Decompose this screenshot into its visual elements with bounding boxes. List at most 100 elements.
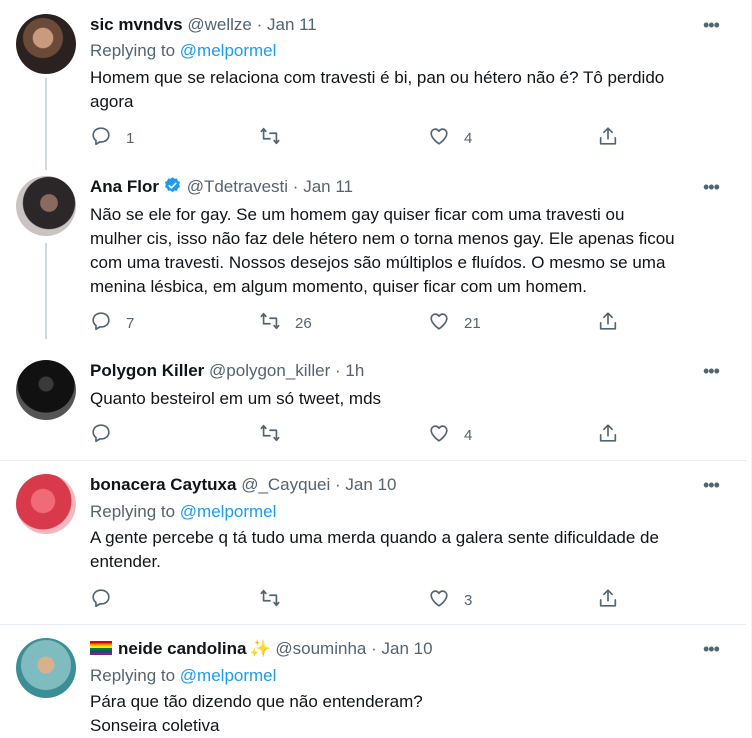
tweet-text-line: Não se ele for gay. Se um homem gay quis… [90, 205, 625, 224]
more-icon[interactable]: ••• [703, 640, 720, 658]
tweet-text: Homem que se relaciona com travesti é bi… [90, 66, 730, 114]
user-handle[interactable]: @wellze [187, 15, 252, 34]
separator: · [335, 475, 341, 494]
avatar[interactable] [16, 176, 76, 236]
replying-prefix: Replying to [90, 41, 176, 60]
verified-badge-icon [163, 176, 182, 195]
reply-icon [90, 422, 112, 449]
tweet-actions: 7 26 21 [0, 311, 746, 335]
tweet-header: Polygon Killer @polygon_killer · 1h [90, 360, 364, 382]
user-handle[interactable]: @Tdetravesti [187, 177, 288, 196]
timestamp[interactable]: Jan 10 [345, 475, 396, 494]
tweet-header: sic mvndvs @wellze · Jan 11 [90, 14, 317, 36]
reply-count: 1 [126, 129, 135, 147]
retweet-button[interactable]: 26 [259, 311, 312, 335]
avatar[interactable] [16, 360, 76, 420]
replying-prefix: Replying to [90, 502, 176, 521]
separator: · [256, 15, 263, 34]
user-handle[interactable]: @_Cayquei [241, 475, 330, 494]
separator: · [371, 639, 377, 658]
timestamp[interactable]: Jan 11 [303, 177, 353, 196]
replying-handle-link[interactable]: @melpormel [180, 41, 277, 60]
tweet[interactable]: Polygon Killer @polygon_killer · 1h ••• … [0, 360, 746, 450]
display-name[interactable]: Ana Flor [90, 177, 159, 196]
reply-count: 7 [126, 314, 135, 332]
avatar[interactable] [16, 638, 76, 698]
more-icon[interactable]: ••• [703, 476, 720, 494]
tweet[interactable]: Ana Flor @Tdetravesti · Jan 11 ••• Não s… [0, 176, 746, 336]
tweet-text: Não se ele for gay. Se um homem gay quis… [90, 203, 730, 299]
tweet-actions: 4 [0, 423, 746, 447]
replies-timeline: sic mvndvs @wellze · Jan 11 ••• Replying… [0, 0, 752, 735]
tweet-text: Pára que tão dizendo que não entenderam?… [90, 690, 730, 738]
reply-button[interactable] [90, 423, 126, 447]
tweet[interactable]: sic mvndvs @wellze · Jan 11 ••• Replying… [0, 14, 746, 154]
like-count: 4 [464, 426, 473, 444]
share-button[interactable] [597, 311, 619, 335]
replying-handle-link[interactable]: @melpormel [180, 502, 277, 521]
tweet-divider [0, 460, 746, 461]
retweet-icon [259, 125, 281, 152]
like-button[interactable]: 21 [428, 311, 481, 335]
tweet-text-line: Pára que tão dizendo que não entenderam? [90, 692, 423, 711]
tweet-text-line: menina lésbica, em algum momento, quiser… [90, 277, 587, 296]
retweet-button[interactable] [259, 126, 295, 150]
tweet-header: neide candolina ✨ @souminha · Jan 10 [90, 638, 433, 660]
tweet-header: Ana Flor @Tdetravesti · Jan 11 [90, 176, 353, 198]
user-handle[interactable]: @souminha [275, 639, 366, 658]
retweet-icon [259, 587, 281, 614]
retweet-icon [259, 422, 281, 449]
display-name[interactable]: neide candolina [118, 639, 246, 658]
share-icon [597, 125, 619, 152]
tweet-text-line: agora [90, 92, 134, 111]
reply-icon [90, 587, 112, 614]
tweet-text-line: A gente percebe q tá tudo uma merda quan… [90, 528, 659, 547]
tweet-divider [0, 624, 746, 625]
reply-button[interactable]: 7 [90, 311, 134, 335]
replying-handle-link[interactable]: @melpormel [180, 666, 277, 685]
replying-prefix: Replying to [90, 666, 176, 685]
timestamp[interactable]: Jan 10 [382, 639, 433, 658]
retweet-button[interactable] [259, 423, 295, 447]
like-icon [428, 587, 450, 614]
more-icon[interactable]: ••• [703, 362, 720, 380]
tweet[interactable]: bonacera Caytuxa @_Cayquei · Jan 10 ••• … [0, 474, 746, 614]
like-count: 3 [464, 591, 473, 609]
share-button[interactable] [597, 588, 619, 612]
rainbow-flag-icon [90, 641, 112, 655]
tweet-text: Quanto besteirol em um só tweet, mds [90, 387, 730, 411]
like-count: 4 [464, 129, 473, 147]
display-name[interactable]: Polygon Killer [90, 361, 204, 380]
like-count: 21 [464, 314, 481, 332]
share-icon [597, 422, 619, 449]
replying-to: Replying to @melpormel [90, 501, 276, 523]
avatar[interactable] [16, 14, 76, 74]
user-handle[interactable]: @polygon_killer [209, 361, 330, 380]
more-icon[interactable]: ••• [703, 178, 720, 196]
more-icon[interactable]: ••• [703, 16, 720, 34]
tweet-actions: 1 4 [0, 126, 746, 150]
tweet-header: bonacera Caytuxa @_Cayquei · Jan 10 [90, 474, 396, 496]
like-button[interactable]: 3 [428, 588, 472, 612]
retweet-button[interactable] [259, 588, 295, 612]
sparkle-emoji: ✨ [249, 639, 271, 658]
like-button[interactable]: 4 [428, 126, 472, 150]
tweet-text-line: mulher cis, isso não faz dele hétero nem… [90, 229, 675, 248]
avatar[interactable] [16, 474, 76, 534]
replying-to: Replying to @melpormel [90, 665, 276, 687]
tweet-text-line: Quanto besteirol em um só tweet, mds [90, 389, 382, 408]
timestamp[interactable]: 1h [345, 361, 364, 380]
reply-button[interactable]: 1 [90, 126, 134, 150]
reply-icon [90, 310, 112, 337]
separator: · [292, 177, 299, 196]
share-button[interactable] [597, 423, 619, 447]
like-button[interactable]: 4 [428, 423, 472, 447]
display-name[interactable]: sic mvndvs [90, 15, 183, 34]
reply-button[interactable] [90, 588, 126, 612]
tweet[interactable]: neide candolina ✨ @souminha · Jan 10 ••• … [0, 638, 746, 735]
share-button[interactable] [597, 126, 619, 150]
timestamp[interactable]: Jan 11 [267, 15, 317, 34]
separator: · [334, 361, 341, 380]
tweet-actions: 3 [0, 588, 746, 612]
display-name[interactable]: bonacera Caytuxa [90, 475, 236, 494]
